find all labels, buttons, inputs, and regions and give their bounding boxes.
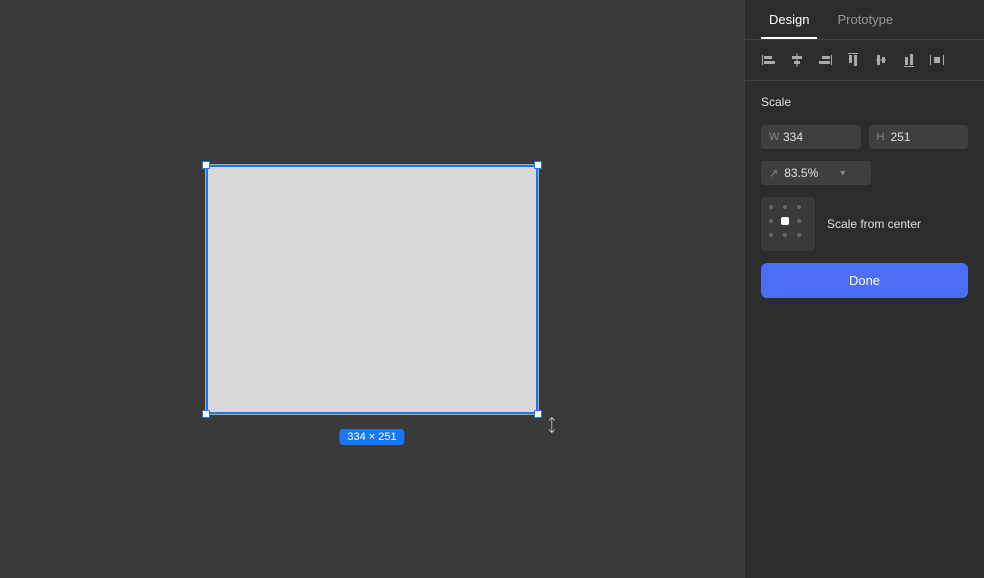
align-middle-v-button[interactable] <box>869 48 893 72</box>
origin-dot-br[interactable] <box>797 233 801 237</box>
done-button[interactable]: Done <box>761 263 968 298</box>
handle-bottom-right[interactable] <box>534 410 542 418</box>
origin-dot-tl[interactable] <box>769 205 773 209</box>
wh-row: W H <box>761 125 968 149</box>
origin-dot-bc[interactable] <box>783 233 787 237</box>
scale-from-center-label: Scale from center <box>827 217 921 231</box>
tab-prototype[interactable]: Prototype <box>829 0 901 39</box>
origin-row: Scale from center <box>761 197 968 251</box>
panel-content: Scale W H ↗ ▾ <box>745 81 984 312</box>
align-top-button[interactable] <box>841 48 865 72</box>
alignment-toolbar <box>745 40 984 81</box>
scale-row: ↗ ▾ <box>761 161 968 185</box>
origin-grid[interactable] <box>761 197 815 251</box>
tabs-bar: Design Prototype <box>745 0 984 40</box>
align-left-button[interactable] <box>757 48 781 72</box>
align-bottom-button[interactable] <box>897 48 921 72</box>
height-input-group: H <box>869 125 969 149</box>
scale-input-group: ↗ ▾ <box>761 161 871 185</box>
selection-border <box>206 165 538 414</box>
width-label: W <box>769 131 779 143</box>
distribute-button[interactable] <box>925 48 949 72</box>
width-input-group: W <box>761 125 861 149</box>
width-input[interactable] <box>783 130 853 144</box>
origin-dot-tr[interactable] <box>797 205 801 209</box>
handle-top-left[interactable] <box>202 161 210 169</box>
canvas-area: 334 × 251 ⤢ <box>0 0 744 578</box>
align-center-h-button[interactable] <box>785 48 809 72</box>
origin-dot-mr[interactable] <box>797 219 801 223</box>
scale-input[interactable] <box>784 166 834 180</box>
canvas-element: 334 × 251 ⤢ <box>205 164 539 415</box>
right-panel: Design Prototype <box>744 0 984 578</box>
size-label: 334 × 251 <box>339 429 404 445</box>
tab-design[interactable]: Design <box>761 0 817 39</box>
origin-dot-bl[interactable] <box>769 233 773 237</box>
origin-dot-center[interactable] <box>781 217 789 225</box>
handle-top-right[interactable] <box>534 161 542 169</box>
origin-dot-tc[interactable] <box>783 205 787 209</box>
scale-expand-icon: ↗ <box>769 167 778 180</box>
origin-dot-ml[interactable] <box>769 219 773 223</box>
chevron-down-icon[interactable]: ▾ <box>840 168 845 179</box>
handle-bottom-left[interactable] <box>202 410 210 418</box>
resize-cursor-icon: ⤢ <box>542 415 564 437</box>
height-label: H <box>877 131 887 143</box>
canvas-rectangle[interactable] <box>205 164 539 415</box>
height-input[interactable] <box>891 130 961 144</box>
scale-section-title: Scale <box>761 95 968 109</box>
align-right-button[interactable] <box>813 48 837 72</box>
